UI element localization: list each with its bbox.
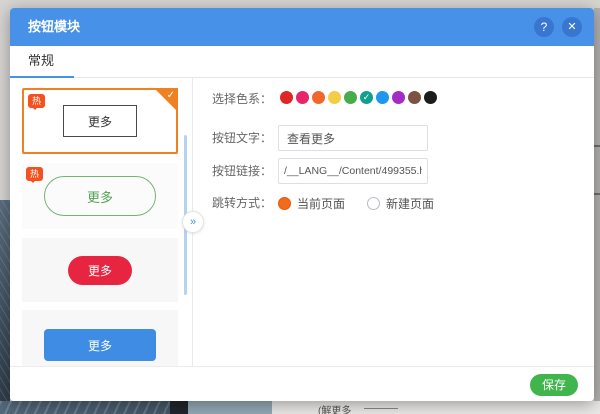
dialog-footer: 保存 — [10, 366, 594, 401]
button-module-dialog: 按钮模块 ? ✕ 常规 热 ✓ 更多 热 更多 更多 — [10, 8, 594, 401]
save-button[interactable]: 保存 — [530, 374, 578, 396]
background-decorative-line — [364, 408, 398, 409]
background-partial-text: (解更多 — [318, 402, 351, 414]
background-content-strip: (解更多 — [272, 401, 600, 414]
color-swatch[interactable] — [392, 91, 405, 104]
button-link-input[interactable] — [278, 158, 428, 184]
scrollbar-mark — [594, 193, 600, 195]
button-preview: 更多 — [68, 256, 132, 285]
color-swatch[interactable]: ✓ — [360, 91, 373, 104]
screen: (解更多 按钮模块 ? ✕ 常规 热 ✓ 更多 — [0, 0, 600, 414]
button-text-label: 按钮文字： — [212, 131, 272, 146]
radio-new-page[interactable]: 新建页面 — [367, 195, 434, 212]
button-preview: 更多 — [63, 105, 137, 137]
radio-new-page-label: 新建页面 — [386, 195, 434, 212]
button-preview: 更多 — [44, 176, 156, 216]
background-photo-left — [0, 200, 10, 414]
background-page-bottom: (解更多 — [0, 401, 600, 414]
color-swatch[interactable] — [280, 91, 293, 104]
dialog-body: 热 ✓ 更多 热 更多 更多 更多 » — [10, 78, 594, 366]
help-icon[interactable]: ? — [534, 17, 554, 37]
button-text-input[interactable] — [278, 125, 428, 151]
color-scheme-label: 选择色系： — [212, 92, 272, 107]
background-dark-bar — [170, 401, 188, 414]
hot-badge: 热 — [26, 167, 43, 181]
style-preview-panel: 热 ✓ 更多 热 更多 更多 更多 — [10, 78, 193, 366]
style-option-red-pill[interactable]: 更多 — [22, 238, 178, 302]
color-swatch[interactable] — [312, 91, 325, 104]
close-icon[interactable]: ✕ — [562, 17, 582, 37]
color-swatch[interactable] — [424, 91, 437, 104]
color-swatches: ✓ — [280, 91, 437, 104]
color-swatch[interactable] — [344, 91, 357, 104]
jump-mode-options: 当前页面 新建页面 — [278, 195, 434, 212]
tab-bar: 常规 — [10, 46, 594, 78]
radio-selected-icon — [278, 197, 291, 210]
button-link-label: 按钮链接： — [212, 164, 272, 179]
dialog-header: 按钮模块 ? ✕ — [10, 8, 594, 46]
style-option-bordered-box[interactable]: 热 ✓ 更多 — [22, 88, 178, 154]
style-option-green-outline-pill[interactable]: 热 更多 — [22, 163, 178, 229]
color-swatch[interactable] — [296, 91, 309, 104]
color-swatch[interactable] — [328, 91, 341, 104]
background-photo-bottom — [0, 401, 170, 414]
tab-general[interactable]: 常规 — [10, 46, 74, 78]
radio-current-page-label: 当前页面 — [297, 195, 345, 212]
radio-current-page[interactable]: 当前页面 — [278, 195, 345, 212]
dialog-title: 按钮模块 — [28, 8, 80, 46]
scrollbar-mark — [594, 145, 600, 147]
style-option-blue-rect[interactable]: 更多 — [22, 310, 178, 366]
hot-badge: 热 — [28, 94, 45, 108]
collapse-panel-icon[interactable]: » — [182, 211, 204, 233]
check-icon: ✓ — [167, 90, 175, 102]
color-swatch[interactable] — [408, 91, 421, 104]
color-swatch[interactable] — [376, 91, 389, 104]
jump-mode-label: 跳转方式： — [212, 196, 272, 211]
check-icon: ✓ — [360, 91, 373, 104]
page-scrollbar[interactable] — [594, 8, 600, 401]
settings-form: 选择色系： ✓ 按钮文字： 按钮链接： 跳转方式： 当前 — [194, 78, 594, 366]
background-photo-edge — [188, 401, 272, 414]
button-preview: 更多 — [44, 329, 156, 361]
radio-unselected-icon — [367, 197, 380, 210]
